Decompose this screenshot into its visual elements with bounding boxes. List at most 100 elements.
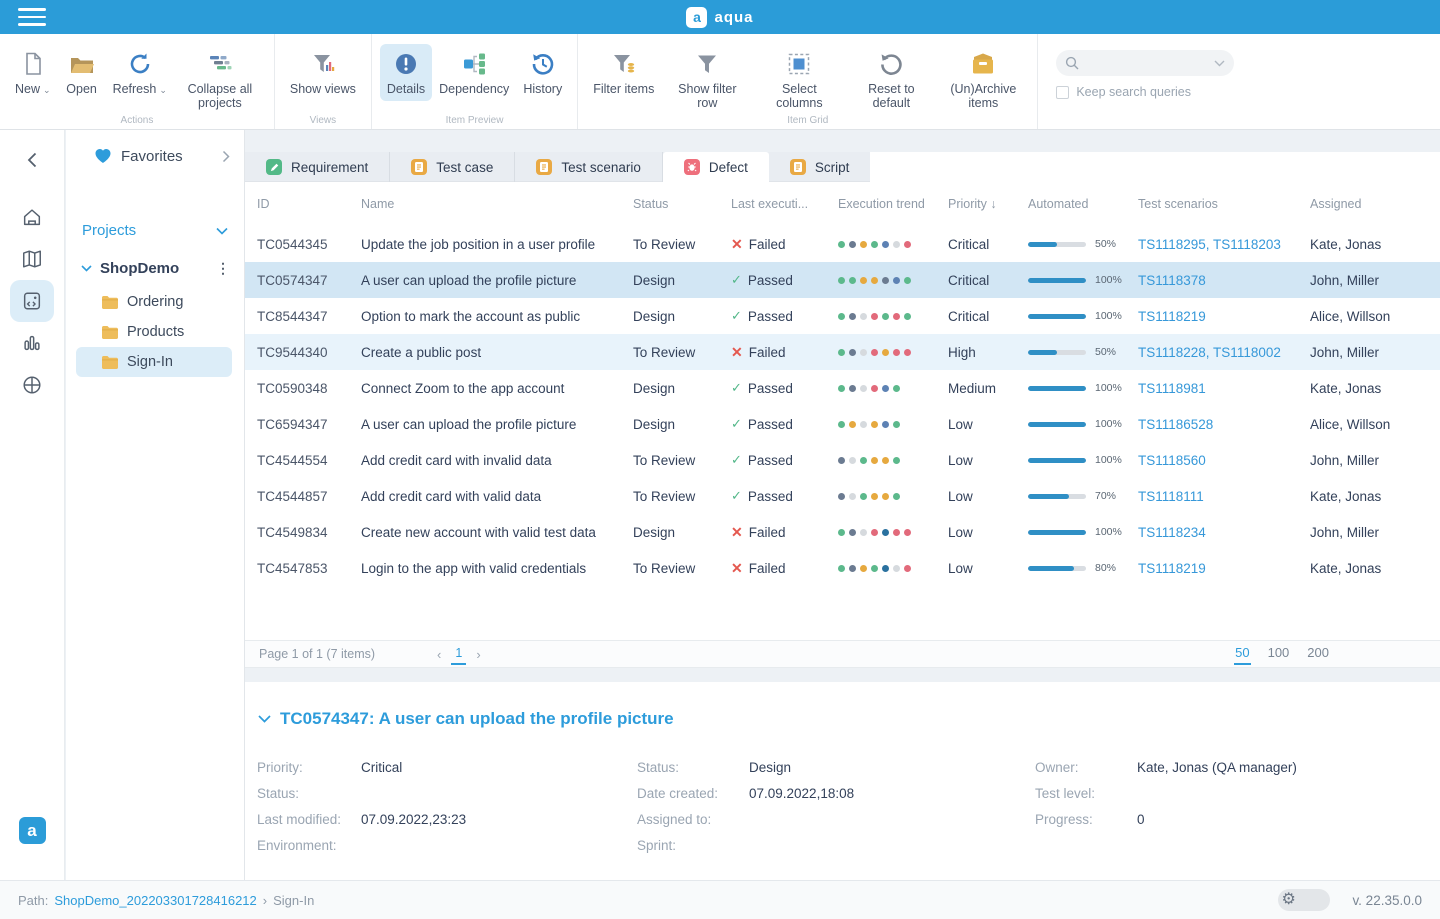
trend-dot <box>871 457 878 464</box>
aqua-logo-small-icon[interactable]: a <box>19 817 46 844</box>
trend-dot <box>871 241 878 248</box>
table-row[interactable]: TC4544857 Add credit card with valid dat… <box>245 478 1440 514</box>
collapse-all-projects-button[interactable]: Collapse all projects <box>174 44 266 116</box>
tab-script[interactable]: Script <box>769 152 871 182</box>
keep-search-queries: Keep search queries <box>1056 85 1234 99</box>
next-page-button[interactable]: › <box>476 647 480 662</box>
tab-test-case[interactable]: Test case <box>390 152 515 182</box>
unarchive-items-button[interactable]: (Un)Archive items <box>937 44 1029 116</box>
favorites-header[interactable]: Favorites <box>66 130 244 182</box>
column-header-status[interactable]: Status <box>633 197 731 211</box>
tree-folder-ordering[interactable]: Ordering <box>76 287 232 317</box>
table-row[interactable]: TC4547853 Login to the app with valid cr… <box>245 550 1440 586</box>
rail-item-home[interactable] <box>10 196 54 238</box>
test-scenario-link[interactable]: TS11186528 <box>1138 417 1213 432</box>
automated-progressbar <box>1028 494 1086 499</box>
table-row[interactable]: TC4549834 Create new account with valid … <box>245 514 1440 550</box>
prev-page-button[interactable]: ‹ <box>437 647 441 662</box>
test-scenario-link[interactable]: TS1118111 <box>1138 489 1204 504</box>
rail-item-map[interactable] <box>10 238 54 280</box>
field-label: Environment: <box>257 838 361 853</box>
rail-item-dashboard[interactable] <box>10 364 54 406</box>
open-button[interactable]: Open <box>58 44 106 101</box>
column-header-automated[interactable]: Automated <box>1028 197 1138 211</box>
table-row[interactable]: TC0544345 Update the job position in a u… <box>245 226 1440 262</box>
chevron-down-icon[interactable] <box>1214 60 1225 67</box>
page-size-100[interactable]: 100 <box>1267 643 1291 665</box>
field-label: Date created: <box>637 786 749 801</box>
dependency-button[interactable]: Dependency <box>432 44 516 101</box>
tab-test-scenario[interactable]: Test scenario <box>515 152 663 182</box>
field-label: Owner: <box>1035 760 1137 775</box>
cell-priority: Low <box>948 561 1028 576</box>
history-button[interactable]: History <box>516 44 569 101</box>
cell-priority: Low <box>948 525 1028 540</box>
test-scenario-link[interactable]: TS1118219 <box>1138 309 1206 324</box>
refresh-button[interactable]: Refresh⌄ <box>106 44 174 101</box>
table-row[interactable]: TC0574347 A user can upload the profile … <box>245 262 1440 298</box>
tree-node-shopdemo[interactable]: ShopDemo ⋮ <box>66 253 244 283</box>
select-columns-button[interactable]: Select columns <box>753 44 845 116</box>
tab-label: Requirement <box>291 160 368 175</box>
table-row[interactable]: TC9544340 Create a public post To Review… <box>245 334 1440 370</box>
chevron-down-icon[interactable] <box>81 265 92 272</box>
show-filter-row-button[interactable]: Show filter row <box>661 44 753 116</box>
table-row[interactable]: TC8544347 Option to mark the account as … <box>245 298 1440 334</box>
table-row[interactable]: TC6594347 A user can upload the profile … <box>245 406 1440 442</box>
cell-name: Add credit card with invalid data <box>361 453 633 468</box>
column-header-name[interactable]: Name <box>361 197 633 211</box>
cell-id: TC0544345 <box>245 237 361 252</box>
test-scenario-link[interactable]: TS1118219 <box>1138 561 1206 576</box>
tree-folder-products[interactable]: Products <box>76 317 232 347</box>
test-scenario-link[interactable]: TS1118378 <box>1138 273 1206 288</box>
rail-item-items[interactable] <box>10 280 54 322</box>
keep-search-queries-checkbox[interactable] <box>1056 86 1069 99</box>
projects-header[interactable]: Projects <box>66 222 244 239</box>
test-scenario-link[interactable]: TS1118981 <box>1138 381 1206 396</box>
test-scenario-link[interactable]: TS1118295, TS1118203 <box>1138 237 1281 252</box>
column-header-last-execution[interactable]: Last executi... <box>731 197 838 211</box>
toolbar-search-area: Keep search queries <box>1038 34 1234 129</box>
cell-test-scenarios: TS1118228, TS1118002 <box>1138 345 1310 360</box>
collapse-sidebar-button[interactable] <box>10 144 54 176</box>
rail-item-reports[interactable] <box>10 322 54 364</box>
tab-label: Defect <box>709 160 748 175</box>
column-header-priority[interactable]: Priority ↓ <box>948 197 1028 211</box>
execution-trend <box>838 241 948 248</box>
test-scenario-link[interactable]: TS1118560 <box>1138 453 1206 468</box>
column-header-id[interactable]: ID <box>245 197 361 211</box>
chevron-right-icon[interactable] <box>222 150 230 163</box>
cell-priority: Low <box>948 489 1028 504</box>
cell-assigned: Kate, Jonas <box>1310 489 1440 504</box>
page-size-200[interactable]: 200 <box>1306 643 1330 665</box>
tab-defect[interactable]: Defect <box>663 152 769 182</box>
trend-dot <box>904 241 911 248</box>
settings-toggle[interactable]: ⚙ <box>1278 889 1330 911</box>
map-icon <box>21 248 43 270</box>
show-views-button[interactable]: Show views <box>283 44 363 101</box>
page-size-50[interactable]: 50 <box>1234 643 1250 665</box>
new-button[interactable]: New⌄ <box>8 44 58 101</box>
column-header-assigned[interactable]: Assigned <box>1310 197 1440 211</box>
column-header-test-scenarios[interactable]: Test scenarios <box>1138 197 1310 211</box>
details-button[interactable]: Details <box>380 44 432 101</box>
test-scenario-link[interactable]: TS1118228, TS1118002 <box>1138 345 1281 360</box>
table-row[interactable]: TC4544554 Add credit card with invalid d… <box>245 442 1440 478</box>
kebab-menu-icon[interactable]: ⋮ <box>216 260 230 277</box>
tab-requirement[interactable]: Requirement <box>245 152 390 182</box>
search-field[interactable] <box>1056 50 1234 76</box>
trend-dot <box>838 421 845 428</box>
reset-to-default-button[interactable]: Reset to default <box>845 44 937 116</box>
table-row[interactable]: TC0590348 Connect Zoom to the app accoun… <box>245 370 1440 406</box>
filter-items-button[interactable]: Filter items <box>586 44 661 101</box>
column-header-execution-trend[interactable]: Execution trend <box>838 197 948 211</box>
filter-items-label: Filter items <box>593 82 654 96</box>
details-field: Assigned to: <box>637 806 854 832</box>
tree-folder-sign-in[interactable]: Sign-In <box>76 347 232 377</box>
chevron-down-icon[interactable] <box>216 227 228 235</box>
collapse-details-icon[interactable] <box>258 715 271 723</box>
test-scenario-link[interactable]: TS1118234 <box>1138 525 1206 540</box>
path-project-link[interactable]: ShopDemo_202203301728416212 <box>54 893 256 908</box>
current-page-button[interactable]: 1 <box>451 644 466 665</box>
search-input[interactable] <box>1079 56 1214 70</box>
